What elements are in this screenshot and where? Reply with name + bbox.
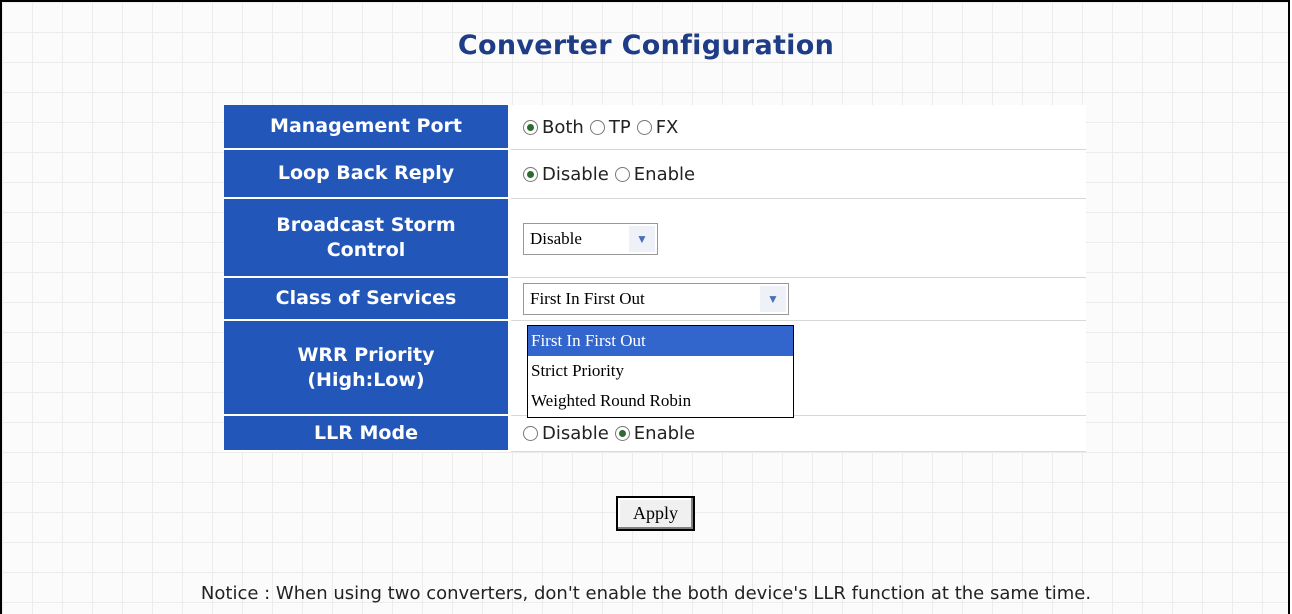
llr-disable-label: Disable	[542, 423, 609, 444]
management-port-tp-label: TP	[608, 116, 631, 138]
llr-mode-label: LLR Mode	[224, 416, 511, 452]
wrr-priority-label-line1: WRR Priority	[297, 343, 435, 366]
loop-back-reply-cell: Disable Enable	[511, 150, 1086, 199]
dropdown-option-strict-priority[interactable]: Strict Priority	[528, 356, 793, 386]
dropdown-option-weighted-round-robin[interactable]: Weighted Round Robin	[528, 386, 793, 416]
management-port-tp-radio[interactable]	[589, 119, 605, 135]
class-of-services-label: Class of Services	[224, 278, 511, 321]
dropdown-option-fifo[interactable]: First In First Out	[528, 326, 793, 356]
management-port-fx-radio[interactable]	[636, 119, 652, 135]
llr-mode-cell: Disable Enable	[511, 416, 1086, 452]
chevron-down-icon[interactable]: ▼	[629, 226, 655, 252]
llr-enable-radio[interactable]	[614, 426, 630, 441]
class-of-services-cell: First In First Out ▼	[511, 278, 1086, 321]
broadcast-storm-select-value: Disable	[530, 229, 582, 248]
wrr-priority-label: WRR Priority (High:Low)	[224, 321, 511, 416]
broadcast-storm-cell: Disable ▼	[511, 199, 1086, 278]
management-port-label: Management Port	[224, 105, 511, 150]
llr-disable-radio[interactable]	[523, 426, 538, 441]
chevron-down-icon[interactable]: ▼	[760, 286, 786, 312]
llr-mode-radio-group: Disable Enable	[523, 423, 1086, 444]
apply-button[interactable]: Apply	[616, 496, 695, 531]
loop-back-disable-label: Disable	[542, 163, 609, 185]
broadcast-storm-label: Broadcast Storm Control	[224, 199, 511, 278]
loop-back-reply-radio-group: Disable Enable	[523, 164, 1086, 185]
management-port-radio-group: Both TP FX	[523, 117, 1086, 138]
broadcast-storm-label-line1: Broadcast Storm	[276, 213, 456, 236]
loop-back-enable-radio[interactable]	[614, 166, 630, 182]
notice-text: Notice : When using two converters, don'…	[200, 583, 1092, 604]
class-of-services-select[interactable]: First In First Out ▼	[523, 283, 789, 315]
page-title: Converter Configuration	[457, 30, 835, 61]
management-port-cell: Both TP FX	[511, 105, 1086, 150]
loop-back-enable-label: Enable	[633, 163, 696, 185]
management-port-fx-label: FX	[655, 116, 679, 138]
class-of-services-select-value: First In First Out	[530, 289, 645, 308]
loop-back-reply-label: Loop Back Reply	[224, 150, 511, 199]
class-of-services-dropdown-list: First In First Out Strict Priority Weigh…	[527, 325, 794, 418]
management-port-both-radio[interactable]	[523, 119, 538, 135]
llr-enable-label: Enable	[633, 423, 696, 444]
broadcast-storm-select[interactable]: Disable ▼	[523, 223, 658, 255]
broadcast-storm-label-line2: Control	[326, 238, 406, 261]
management-port-both-label: Both	[542, 116, 584, 138]
wrr-priority-label-line2: (High:Low)	[307, 368, 425, 391]
loop-back-disable-radio[interactable]	[523, 166, 538, 182]
